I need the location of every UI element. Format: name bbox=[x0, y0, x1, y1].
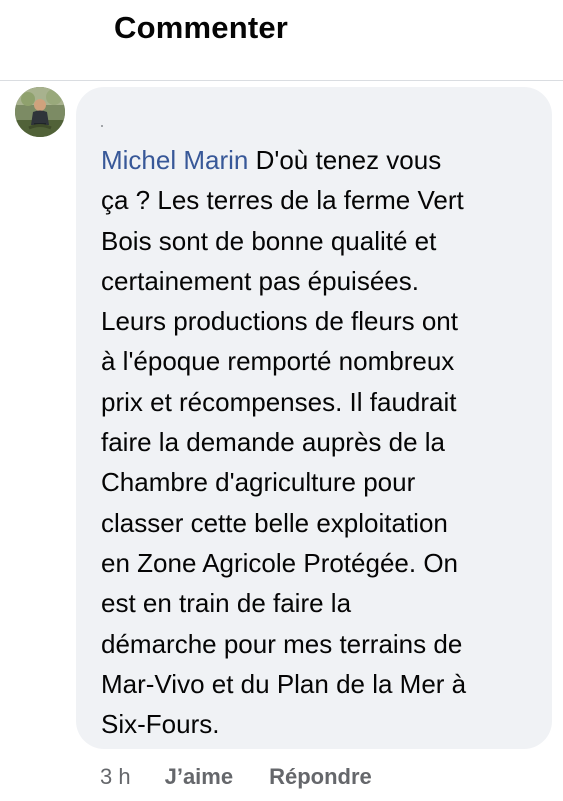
comment-bubble: Michel Marin D'où tenez vous ça ? Les te… bbox=[76, 87, 552, 749]
profile-photo-icon bbox=[15, 87, 65, 137]
comment-body: D'où tenez vous ça ? Les terres de la fe… bbox=[101, 145, 467, 740]
separator-dot bbox=[101, 125, 103, 127]
author-name-link[interactable]: Michel Marin bbox=[101, 145, 248, 175]
timestamp[interactable]: 3 h bbox=[100, 764, 131, 790]
header: Commenter bbox=[0, 0, 563, 80]
avatar[interactable] bbox=[15, 87, 65, 137]
comment-text: Michel Marin D'où tenez vous ça ? Les te… bbox=[101, 140, 541, 744]
comment-actions: 3 h J’aime Répondre bbox=[100, 760, 408, 794]
like-button[interactable]: J’aime bbox=[165, 764, 234, 790]
reply-button[interactable]: Répondre bbox=[269, 764, 372, 790]
page-title: Commenter bbox=[114, 10, 289, 45]
comment-screen: Commenter Michel Marin D'où tenez vous ç… bbox=[0, 0, 563, 801]
divider bbox=[0, 80, 563, 81]
